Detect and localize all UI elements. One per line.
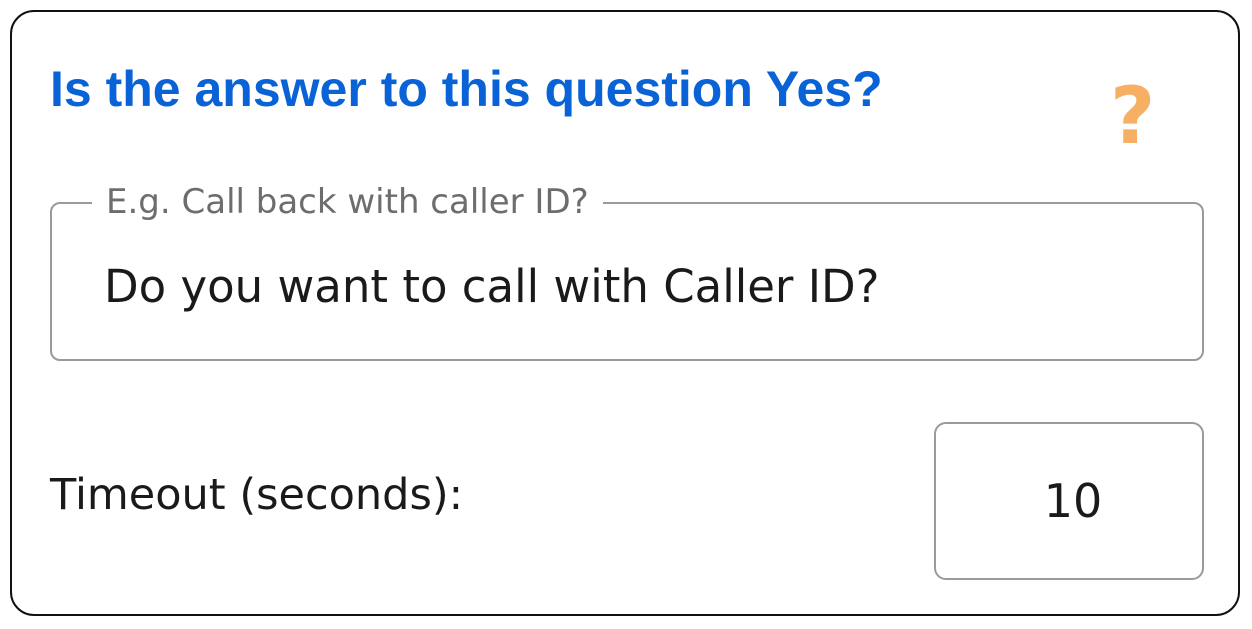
card-title: Is the answer to this question Yes?	[50, 61, 883, 117]
question-input[interactable]	[104, 254, 1164, 318]
question-mark-icon[interactable]: ?	[1110, 78, 1155, 156]
question-card: Is the answer to this question Yes? ? E.…	[10, 10, 1240, 616]
timeout-label: Timeout (seconds):	[50, 470, 464, 520]
question-field-legend: E.g. Call back with caller ID?	[92, 182, 603, 222]
timeout-input[interactable]	[934, 422, 1204, 580]
question-field: E.g. Call back with caller ID?	[50, 182, 1204, 361]
